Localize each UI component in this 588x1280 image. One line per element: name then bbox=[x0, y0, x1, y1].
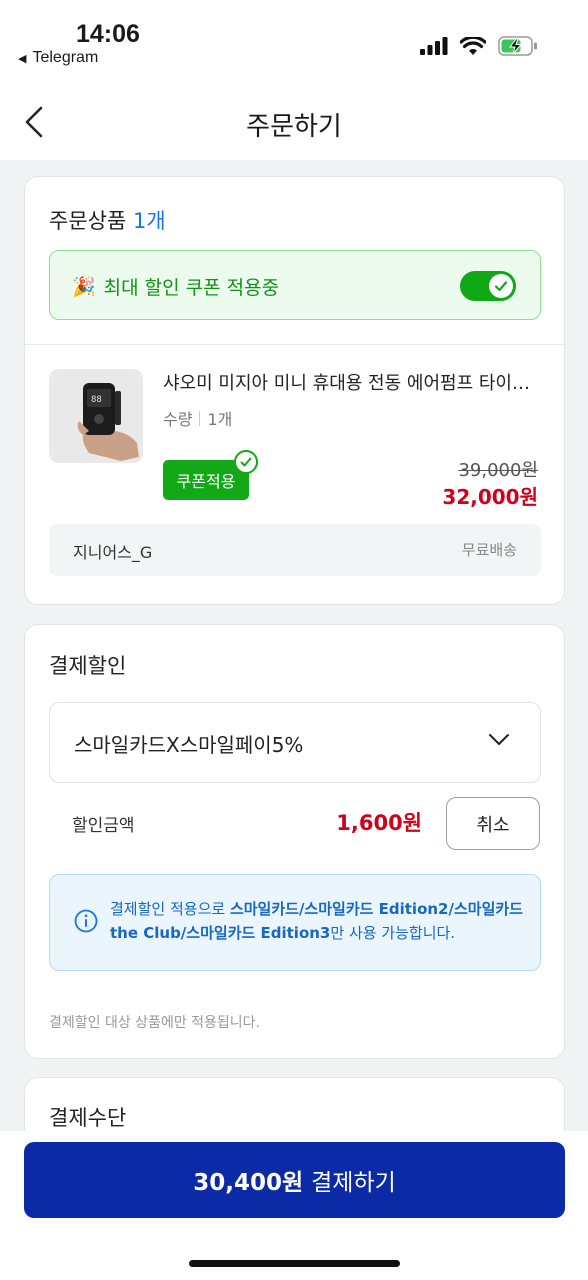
status-time: 14:06 bbox=[76, 20, 140, 48]
coupon-check-icon bbox=[234, 450, 258, 474]
svg-text:88: 88 bbox=[91, 395, 102, 405]
product-quantity: 수량 1개 bbox=[163, 406, 232, 430]
discount-info-text: 결제할인 적용으로 스마일카드/스마일카드 Edition2/스마일카드 the… bbox=[110, 897, 530, 945]
party-popper-icon: 🎉 bbox=[72, 276, 96, 298]
seller-name: 지니어스_G bbox=[73, 543, 153, 562]
bottom-bar: 30,400원 결제하기 bbox=[0, 1131, 588, 1280]
order-items-count: 1개 bbox=[132, 209, 166, 233]
discount-card-select[interactable]: 스마일카드X스마일페이5% bbox=[49, 702, 541, 783]
wifi-icon bbox=[460, 36, 486, 55]
payment-discount-title: 결제할인 bbox=[49, 654, 127, 678]
quantity-label: 수량 bbox=[163, 410, 193, 429]
page-header: 주문하기 bbox=[0, 80, 588, 160]
info-suffix: 만 사용 가능합니다. bbox=[330, 924, 456, 942]
selected-card-value: 스마일카드X스마일페이5% bbox=[74, 733, 304, 757]
product-name[interactable]: 샤오미 미지아 미니 휴대용 전동 에어펌프 타이어 공기주입기 bbox=[163, 369, 541, 395]
discount-amount-label: 할인금액 bbox=[72, 816, 135, 836]
page-title: 주문하기 bbox=[246, 112, 342, 142]
back-app-label: Telegram bbox=[32, 49, 99, 66]
divider bbox=[25, 344, 566, 345]
product-image[interactable]: 88 bbox=[49, 369, 143, 463]
air-pump-product-icon: 88 bbox=[49, 369, 143, 463]
cellular-signal-icon bbox=[420, 37, 448, 55]
info-prefix: 결제할인 적용으로 bbox=[110, 900, 230, 918]
battery-charging-icon bbox=[498, 36, 537, 56]
seller-info: 지니어스_G 무료배송 bbox=[49, 524, 541, 576]
chevron-down-icon bbox=[489, 734, 509, 745]
payment-discount-card: 결제할인 스마일카드X스마일페이5% 할인금액 1,600원 취소 결제할인 적… bbox=[24, 624, 565, 1059]
discount-info-box: 결제할인 적용으로 스마일카드/스마일카드 Edition2/스마일카드 the… bbox=[49, 874, 541, 971]
sale-price: 32,000원 bbox=[442, 485, 538, 509]
order-items-title: 주문상품 1개 bbox=[49, 205, 166, 235]
cancel-discount-button[interactable]: 취소 bbox=[446, 797, 540, 850]
back-triangle-icon: ◀ bbox=[18, 52, 27, 65]
order-items-card: 주문상품 1개 🎉 최대 할인 쿠폰 적용중 88 샤오미 미지아 미니 휴대용… bbox=[24, 176, 566, 605]
pay-label: 결제하기 bbox=[311, 1170, 396, 1196]
check-icon bbox=[494, 281, 508, 292]
back-to-app-link[interactable]: ◀ Telegram bbox=[18, 49, 98, 67]
payment-method-title: 결제수단 bbox=[49, 1106, 127, 1130]
status-icons bbox=[420, 36, 538, 56]
original-price: 39,000원 bbox=[458, 460, 538, 481]
info-icon bbox=[74, 909, 98, 933]
separator bbox=[199, 410, 201, 426]
coupon-banner-text: 최대 할인 쿠폰 적용중 bbox=[103, 277, 280, 299]
pay-amount: 30,400원 bbox=[193, 1170, 304, 1196]
shipping-info: 무료배송 bbox=[461, 541, 517, 559]
order-items-title-text: 주문상품 bbox=[49, 209, 127, 233]
home-indicator[interactable] bbox=[189, 1260, 400, 1267]
discount-amount-value: 1,600원 bbox=[336, 811, 422, 835]
discount-footnote: 결제할인 대상 상품에만 적용됩니다. bbox=[49, 1015, 260, 1031]
pay-button[interactable]: 30,400원 결제하기 bbox=[24, 1142, 565, 1218]
quantity-value: 1개 bbox=[207, 410, 233, 429]
status-bar: 14:06 ◀ Telegram bbox=[0, 0, 588, 80]
max-coupon-toggle[interactable] bbox=[460, 271, 516, 301]
toggle-knob bbox=[489, 274, 513, 298]
max-coupon-banner: 🎉 최대 할인 쿠폰 적용중 bbox=[49, 250, 541, 320]
